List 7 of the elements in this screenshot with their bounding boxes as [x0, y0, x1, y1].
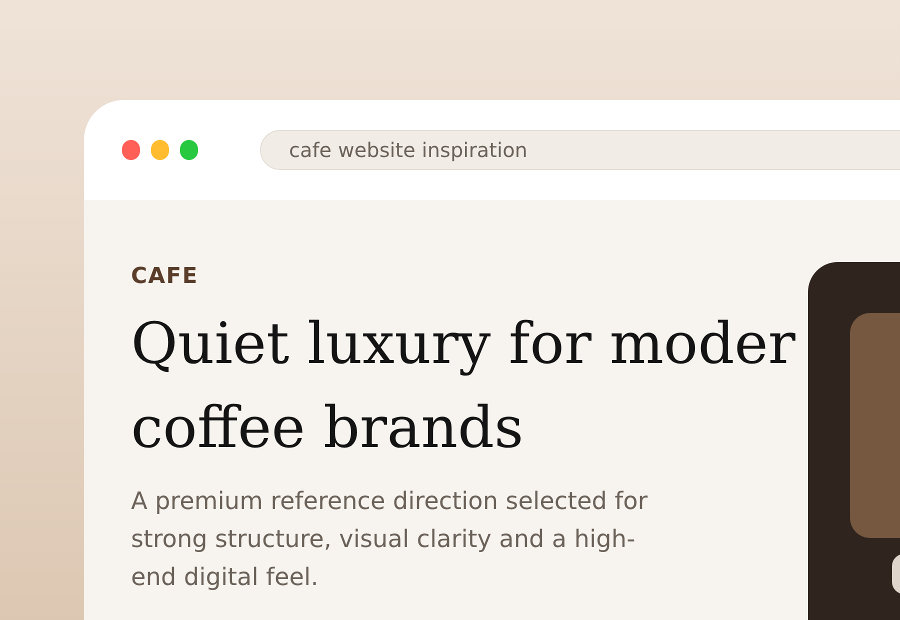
hero-description: strong structure, visual clarity and a high-	[131, 524, 636, 555]
hero-description: end digital feel.	[131, 562, 318, 593]
address-bar[interactable]: cafe website inspiration	[260, 130, 900, 170]
hero-description: A premium reference direction selected for	[131, 486, 648, 517]
hero-heading: Quiet luxury for moder	[131, 310, 796, 379]
eyebrow-label: CAFE	[131, 263, 198, 291]
hero-heading: coffee brands	[131, 394, 524, 463]
